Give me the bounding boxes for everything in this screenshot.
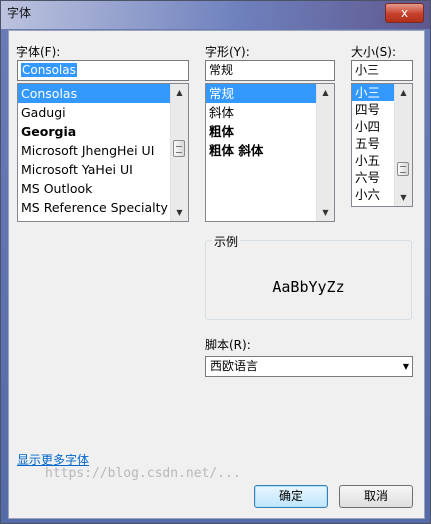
sample-group: 示例 AaBbYyZz xyxy=(205,233,412,320)
size-list-scrollbar[interactable]: ▲ ▼ xyxy=(394,84,412,206)
font-dialog-window: 字体 x 字体(F): Consolas Consolas Gadugi Geo… xyxy=(0,0,431,524)
chevron-down-icon: ▼ xyxy=(402,362,409,371)
sample-label: 示例 xyxy=(212,233,241,250)
style-list[interactable]: 常规 斜体 粗体 粗体 斜体 ▲ ▼ xyxy=(205,83,335,222)
dialog-client-area: 字体(F): Consolas Consolas Gadugi Georgia … xyxy=(8,30,425,519)
style-list-item[interactable]: 常规 xyxy=(206,84,334,103)
sample-preview-text: AaBbYyZz xyxy=(272,278,345,296)
font-list-item[interactable]: MS Reference Specialty xyxy=(18,198,188,217)
font-list-item[interactable]: Consolas xyxy=(18,84,188,103)
size-input[interactable]: 小三 xyxy=(351,60,413,81)
size-list[interactable]: 小三 四号 小四 五号 小五 六号 小六 ▲ ▼ xyxy=(351,83,413,207)
font-list[interactable]: Consolas Gadugi Georgia Microsoft JhengH… xyxy=(17,83,189,222)
font-input[interactable]: Consolas xyxy=(17,60,189,81)
font-list-item[interactable]: MS Outlook xyxy=(18,179,188,198)
script-dropdown-value: 西欧语言 xyxy=(210,359,259,373)
style-input[interactable]: 常规 xyxy=(205,60,335,81)
style-list-item[interactable]: 粗体 斜体 xyxy=(206,141,334,160)
scroll-down-arrow-icon[interactable]: ▼ xyxy=(317,204,334,221)
style-label: 字形(Y): xyxy=(205,45,250,59)
font-label: 字体(F): xyxy=(16,45,61,59)
watermark-text: https://blog.csdn.net/... xyxy=(45,466,241,481)
style-list-scrollbar[interactable]: ▲ ▼ xyxy=(316,84,334,221)
font-list-scrollbar[interactable]: ▲ ▼ xyxy=(170,84,188,221)
scroll-up-arrow-icon[interactable]: ▲ xyxy=(395,84,412,101)
title-bar[interactable]: 字体 x xyxy=(1,1,430,29)
font-list-item[interactable]: Gadugi xyxy=(18,103,188,122)
scroll-up-arrow-icon[interactable]: ▲ xyxy=(171,84,188,101)
font-input-value: Consolas xyxy=(21,63,77,77)
size-label: 大小(S): xyxy=(351,45,397,59)
scroll-thumb[interactable] xyxy=(173,140,185,157)
style-list-item[interactable]: 斜体 xyxy=(206,103,334,122)
font-list-item[interactable]: Microsoft JhengHei UI xyxy=(18,141,188,160)
ok-button[interactable]: 确定 xyxy=(254,485,328,508)
style-list-item[interactable]: 粗体 xyxy=(206,122,334,141)
script-dropdown[interactable]: 西欧语言 ▼ xyxy=(205,356,413,377)
scroll-thumb[interactable] xyxy=(397,162,409,176)
scroll-down-arrow-icon[interactable]: ▼ xyxy=(171,204,188,221)
scroll-down-arrow-icon[interactable]: ▼ xyxy=(395,189,412,206)
close-button[interactable]: x xyxy=(385,3,424,23)
font-list-item[interactable]: Microsoft YaHei UI xyxy=(18,160,188,179)
script-label: 脚本(R): xyxy=(205,338,251,352)
cancel-button[interactable]: 取消 xyxy=(339,485,413,508)
scroll-up-arrow-icon[interactable]: ▲ xyxy=(317,84,334,101)
font-list-item[interactable]: Georgia xyxy=(18,122,188,141)
window-title: 字体 xyxy=(7,6,32,20)
